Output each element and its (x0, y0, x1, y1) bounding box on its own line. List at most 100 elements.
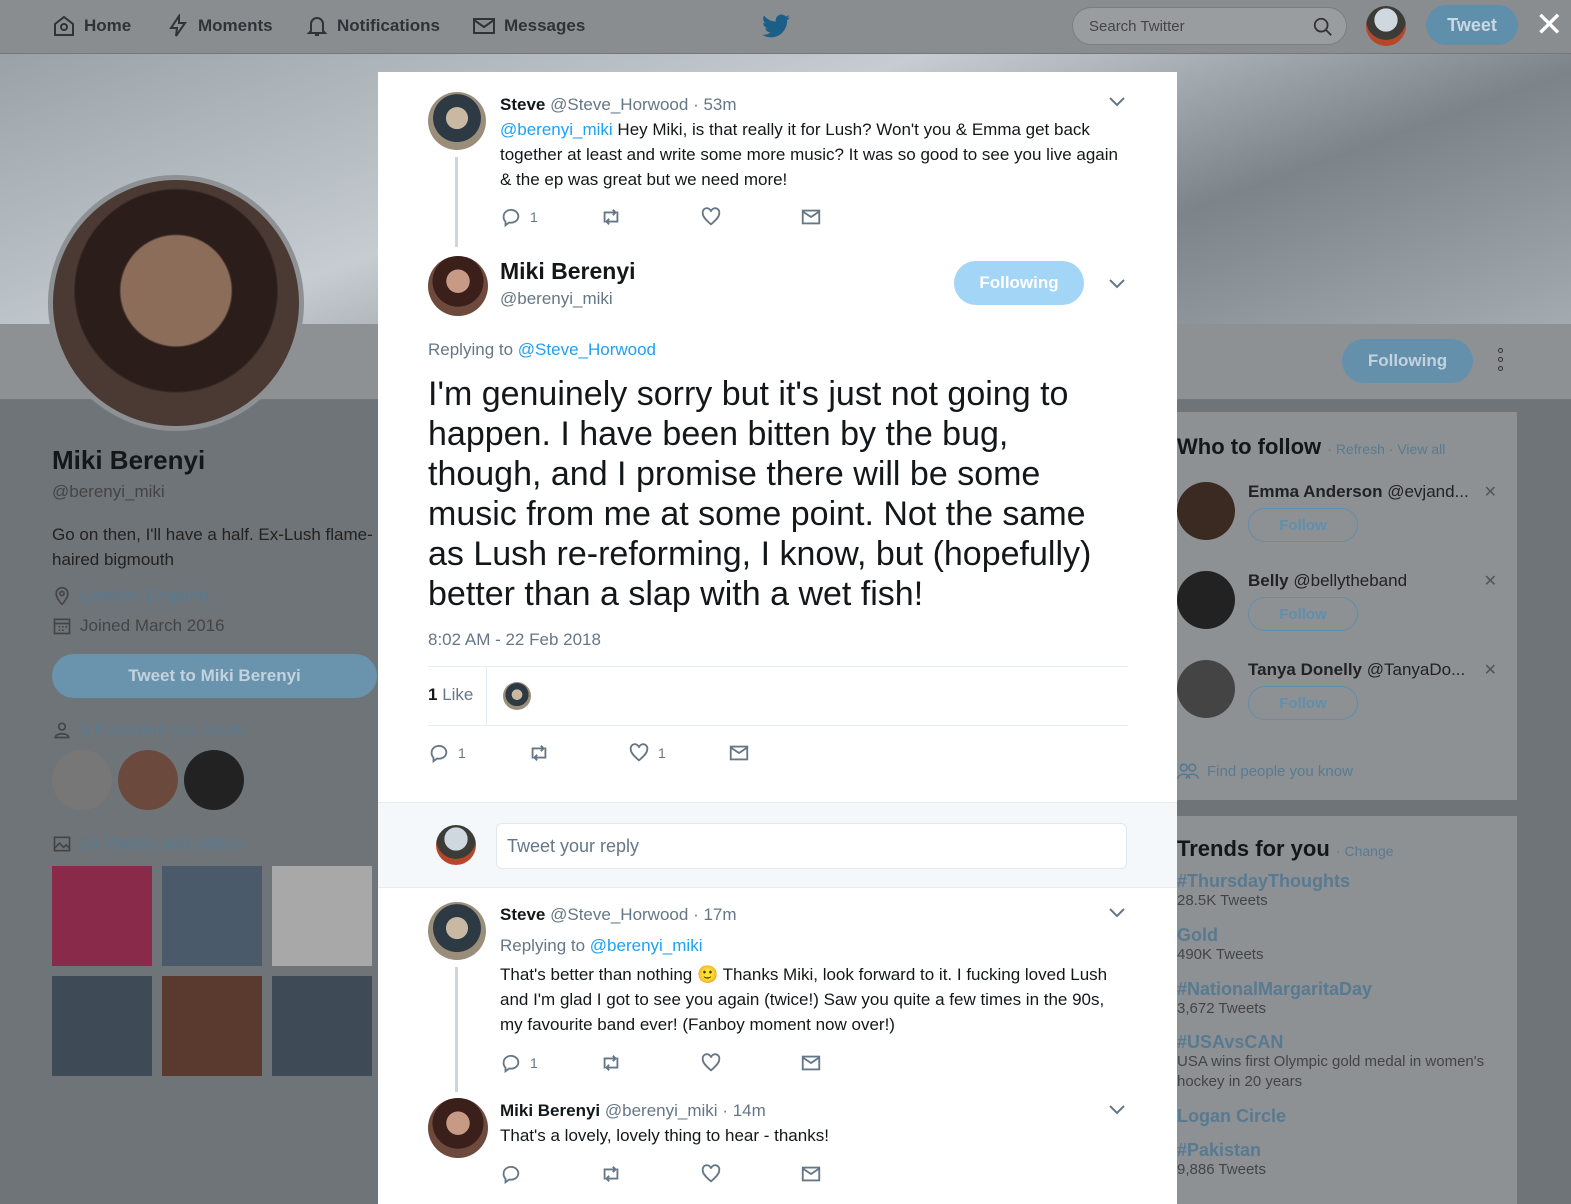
follow-button[interactable]: Follow (1248, 597, 1358, 631)
reply-button[interactable]: 1 (428, 742, 528, 764)
tweet-author-name[interactable]: Steve (500, 95, 545, 114)
reply-input[interactable]: Tweet your reply (496, 823, 1127, 869)
reply-composer: Tweet your reply (378, 802, 1177, 888)
nav-home[interactable]: Home (52, 14, 131, 38)
trend-item[interactable]: Gold 490K Tweets (1177, 925, 1263, 963)
retweet-button[interactable] (528, 742, 628, 764)
photo-thumbnail[interactable] (52, 976, 152, 1076)
trend-item[interactable]: Logan Circle (1177, 1106, 1286, 1127)
follower-avatar[interactable] (52, 750, 112, 810)
suggestion-avatar[interactable] (1177, 571, 1235, 629)
tweet-author-handle[interactable]: @Steve_Horwood (550, 905, 688, 924)
tweet-time[interactable]: · 17m (693, 905, 736, 924)
photo-thumbnail[interactable] (162, 866, 262, 966)
twitter-bird-icon[interactable] (762, 14, 790, 38)
chevron-down-icon[interactable] (1108, 277, 1126, 291)
reply-button[interactable] (500, 1163, 600, 1185)
search-input[interactable]: Search Twitter (1072, 7, 1347, 45)
tweet-avatar[interactable] (428, 902, 486, 960)
dm-button[interactable] (800, 1052, 900, 1074)
main-tweet-handle[interactable]: @berenyi_miki (500, 289, 636, 309)
dismiss-icon[interactable]: ✕ (1484, 660, 1497, 680)
replying-to-link[interactable]: @berenyi_miki (590, 936, 703, 955)
dm-button[interactable] (800, 206, 900, 228)
retweet-button[interactable] (600, 1052, 700, 1074)
nav-messages[interactable]: Messages (472, 14, 585, 38)
view-all-link[interactable]: View all (1397, 441, 1445, 457)
nav-moments[interactable]: Moments (166, 14, 273, 38)
trend-item[interactable]: #NationalMargaritaDay 3,672 Tweets (1177, 979, 1372, 1017)
suggestion-name-line[interactable]: Emma Anderson @evjand... (1248, 482, 1469, 502)
tweet-author-handle[interactable]: @Steve_Horwood (550, 95, 688, 114)
main-tweet-avatar[interactable] (428, 256, 488, 316)
dismiss-icon[interactable]: ✕ (1484, 571, 1497, 591)
retweet-button[interactable] (600, 206, 700, 228)
followers-you-know-label[interactable]: 3 Followers you know (80, 720, 243, 740)
tweet-time[interactable]: · 53m (693, 95, 736, 114)
find-people[interactable]: Find people you know (1177, 762, 1353, 780)
replying-to-link[interactable]: @Steve_Horwood (518, 340, 656, 359)
suggestion-avatar[interactable] (1177, 482, 1235, 540)
tweet-author-name[interactable]: Steve (500, 905, 545, 924)
suggestion-name: Belly (1248, 571, 1289, 590)
tweet-button[interactable]: Tweet (1426, 5, 1518, 45)
profile-avatar[interactable] (48, 175, 304, 431)
follower-avatar[interactable] (118, 750, 178, 810)
location-link[interactable]: London, England (80, 586, 209, 606)
retweet-button[interactable] (600, 1163, 700, 1185)
close-icon[interactable]: ✕ (1535, 8, 1564, 42)
following-button[interactable]: Following (1342, 339, 1473, 383)
likes-stat[interactable]: 1 Like (428, 685, 473, 705)
follow-button[interactable]: Follow (1248, 508, 1358, 542)
like-button[interactable]: 1 (628, 742, 728, 764)
tweet-to-button[interactable]: Tweet to Miki Berenyi (52, 654, 377, 698)
photos-label[interactable]: 24 Photos and videos (80, 834, 244, 854)
main-tweet-timestamp[interactable]: 8:02 AM - 22 Feb 2018 (428, 630, 601, 650)
tweet-time[interactable]: · 14m (722, 1101, 765, 1120)
photo-thumbnail[interactable] (272, 976, 372, 1076)
chevron-down-icon[interactable] (1108, 95, 1126, 109)
photo-grid (52, 866, 382, 1076)
user-avatar[interactable] (1366, 6, 1406, 46)
trend-item[interactable]: #USAvsCAN USA wins first Olympic gold med… (1177, 1032, 1507, 1092)
search-icon[interactable] (1312, 16, 1334, 38)
trend-item[interactable]: #Pakistan 9,886 Tweets (1177, 1140, 1266, 1178)
follow-button[interactable]: Follow (1248, 686, 1358, 720)
photo-thumbnail[interactable] (272, 866, 372, 966)
photo-thumbnail[interactable] (162, 976, 262, 1076)
find-people-label[interactable]: Find people you know (1207, 763, 1353, 780)
main-tweet-name[interactable]: Miki Berenyi (500, 258, 636, 285)
follower-avatar[interactable] (184, 750, 244, 810)
photo-thumbnail[interactable] (52, 866, 152, 966)
trend-item[interactable]: #ThursdayThoughts 28.5K Tweets (1177, 871, 1350, 909)
suggestion-name-line[interactable]: Tanya Donelly @TanyaDo... (1248, 660, 1465, 680)
dm-button[interactable] (800, 1163, 900, 1185)
who-to-follow-panel: Who to follow · Refresh · View all Emma … (1177, 412, 1517, 800)
like-button[interactable] (700, 206, 800, 228)
suggestion-avatar[interactable] (1177, 660, 1235, 718)
photos-and-videos[interactable]: 24 Photos and videos (52, 834, 382, 854)
tweet-author-name[interactable]: Miki Berenyi (500, 1101, 600, 1120)
nav-notifications[interactable]: Notifications (305, 14, 440, 38)
change-link[interactable]: Change (1344, 843, 1393, 859)
reply-button[interactable]: 1 (500, 206, 600, 228)
tweet-author-handle[interactable]: @berenyi_miki (605, 1101, 718, 1120)
tweet-body: Steve @Steve_Horwood · 17m Replying to @… (500, 902, 1130, 1037)
more-options-icon[interactable] (1492, 348, 1508, 376)
tweet-avatar[interactable] (428, 1098, 488, 1158)
reply-button[interactable]: 1 (500, 1052, 600, 1074)
dismiss-icon[interactable]: ✕ (1484, 482, 1497, 502)
like-button[interactable] (700, 1163, 800, 1185)
following-button[interactable]: Following (954, 261, 1084, 305)
refresh-link[interactable]: Refresh (1336, 441, 1385, 457)
suggestion-name-line[interactable]: Belly @bellytheband (1248, 571, 1407, 591)
liker-avatar[interactable] (503, 682, 531, 710)
tweet-avatar[interactable] (428, 92, 486, 150)
chevron-down-icon[interactable] (1108, 906, 1126, 920)
followers-you-know[interactable]: 3 Followers you know (52, 720, 382, 740)
chevron-down-icon[interactable] (1108, 1103, 1126, 1117)
dm-button[interactable] (728, 742, 828, 764)
mention-link[interactable]: @berenyi_miki (500, 120, 613, 139)
like-button[interactable] (700, 1052, 800, 1074)
tweet-actions (500, 1163, 900, 1185)
